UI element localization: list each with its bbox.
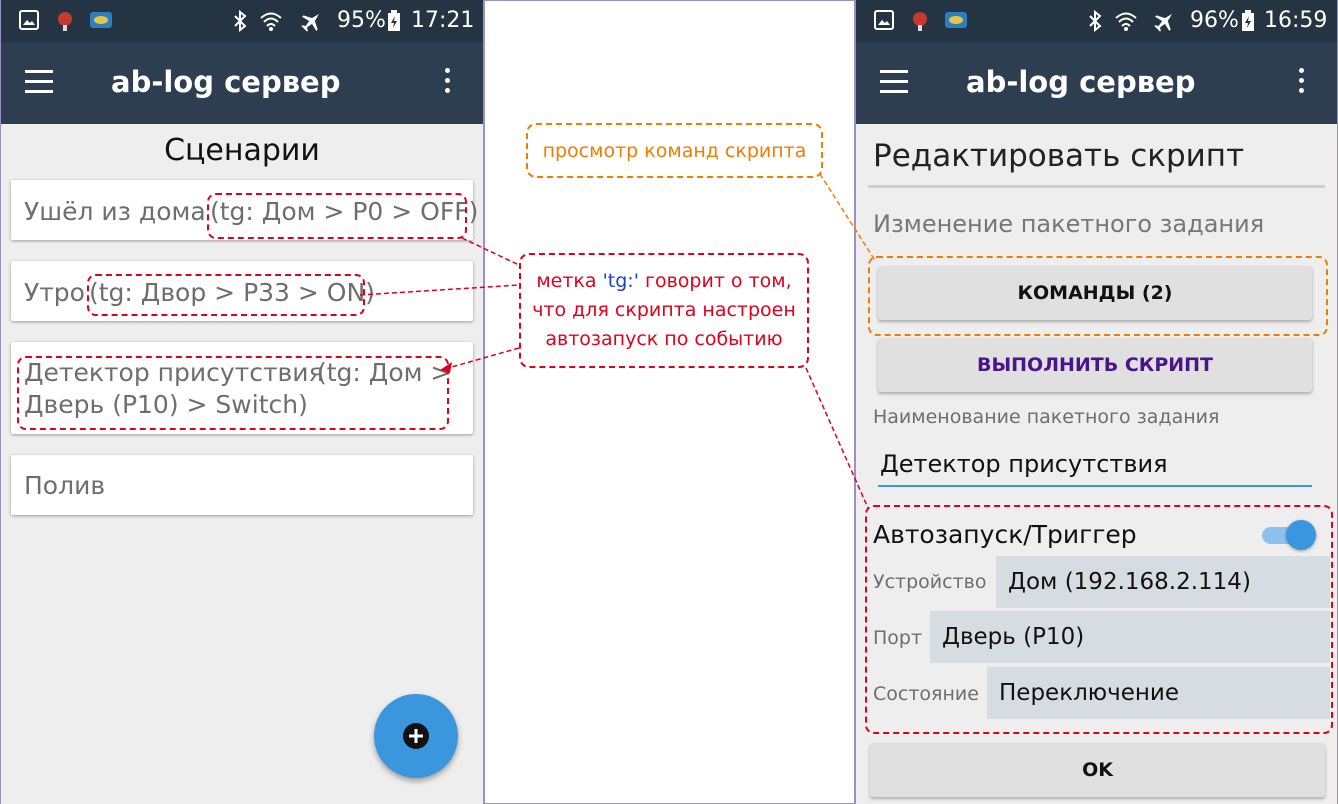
gallery-icon [874,10,894,34]
run-script-button[interactable]: ВЫПОЛНИТЬ СКРИПТ [878,338,1312,392]
tag-annotation-keyword: 'tg:' [602,270,639,292]
app-title: ab-log сервер [966,65,1196,99]
airplane-icon [301,10,323,36]
overflow-menu-icon[interactable] [445,68,451,98]
tag-annotation-text: метка [536,270,603,292]
ok-button[interactable]: OK [870,743,1325,797]
app-badge-icon [89,10,113,34]
tag-highlight [207,193,467,239]
app-badge-icon [944,10,968,34]
title-divider [868,185,1325,188]
bluetooth-icon [233,9,247,36]
commands-annotation-text: просмотр команд скрипта [542,140,807,162]
tag-annotation-text: что для скрипта настроен [532,299,796,321]
scenario-name: Ушёл из дома [24,197,206,226]
commands-highlight [868,256,1328,336]
scenario-name: Полив [24,471,106,500]
bluetooth-icon [1088,9,1102,36]
right-phone-screen: 96% 16:59 ab-log сервер Редактировать ск… [856,0,1337,804]
app-notification-icon [55,10,75,36]
app-notification-icon [910,10,930,36]
panel-divider [483,0,485,804]
name-input[interactable]: Детектор присутствия [878,448,1312,484]
left-phone-screen: 95% 17:21 ab-log сервер Сценарии Ушёл из… [1,0,483,804]
tag-highlight [17,356,449,430]
scenario-name: Утро [24,278,85,307]
add-scenario-button[interactable] [374,694,458,778]
clock: 16:59 [1264,8,1328,33]
menu-icon[interactable] [880,70,908,93]
app-bar: ab-log сервер [856,42,1337,124]
commands-annotation: просмотр команд скрипта [526,123,823,178]
plus-icon [403,723,429,749]
clock: 17:21 [411,8,475,33]
status-bar: 96% 16:59 [856,0,1337,42]
battery-charging-icon [1241,10,1255,36]
battery-percent: 96% [1190,8,1239,33]
status-bar: 95% 17:21 [1,0,483,42]
scenario-card[interactable]: Полив [11,455,473,515]
airplane-icon [1154,10,1176,36]
subtitle: Изменение пакетного задания [873,210,1265,238]
tag-annotation: метка 'tg:' говорит о том, что для скрип… [519,253,809,368]
wifi-icon [259,10,283,36]
wifi-icon [1114,10,1138,36]
menu-icon[interactable] [25,70,53,93]
app-bar: ab-log сервер [1,42,483,124]
tag-annotation-text: говорит о том, [638,270,792,292]
page-title: Редактировать скрипт [873,138,1245,174]
battery-charging-icon [387,10,401,36]
tag-highlight [87,274,365,316]
name-label: Наименование пакетного задания [873,406,1220,428]
app-title: ab-log сервер [111,65,341,99]
gallery-icon [19,10,39,34]
tag-annotation-text: автозапуск по событию [545,328,783,350]
name-input-underline [878,485,1312,487]
autostart-highlight [865,505,1333,734]
section-title: Сценарии [164,133,320,168]
battery-percent: 95% [337,8,386,33]
overflow-menu-icon[interactable] [1299,68,1305,98]
